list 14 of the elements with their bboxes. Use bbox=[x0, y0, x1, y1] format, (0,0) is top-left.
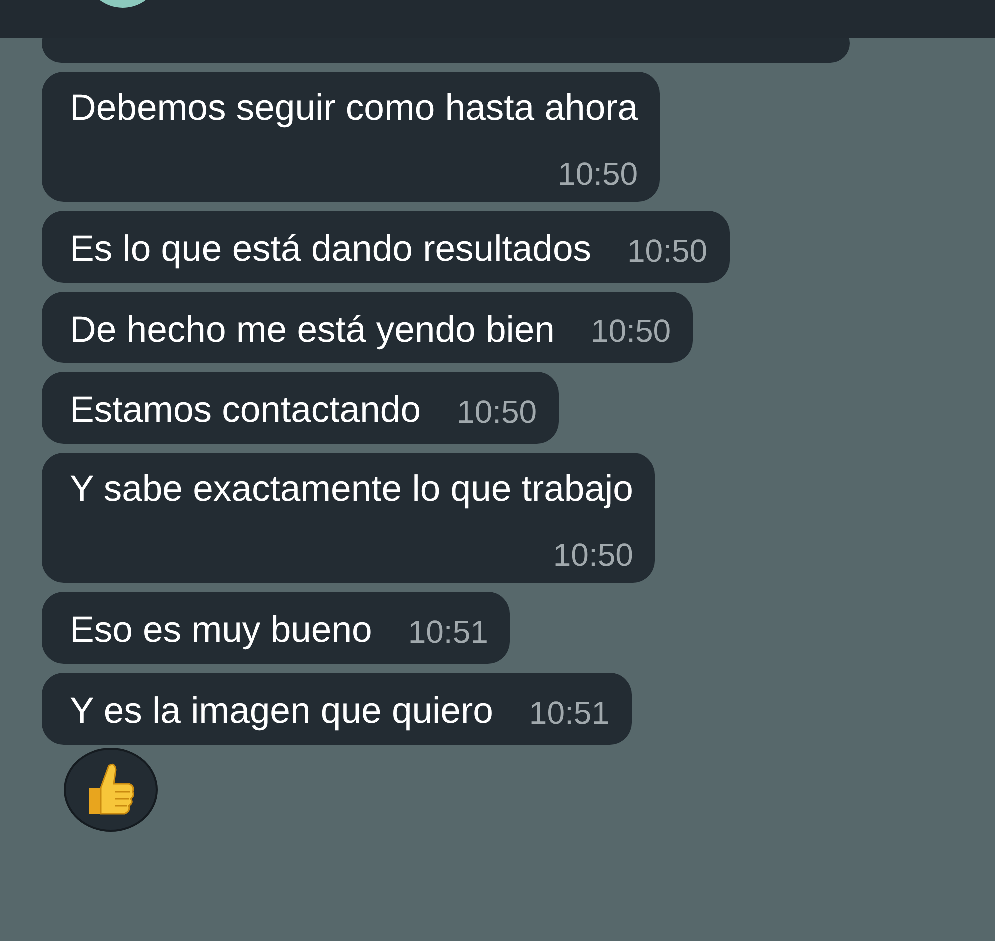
message-time: 10:50 bbox=[628, 234, 708, 267]
message-text: Estamos contactando bbox=[70, 388, 422, 432]
message-time: 10:51 bbox=[529, 696, 610, 729]
message-text: Debemos seguir como hasta ahora bbox=[70, 86, 638, 130]
message-text: Eso es muy bueno bbox=[70, 608, 372, 652]
message-text: Es lo que está dando resultados bbox=[70, 226, 592, 271]
message-text: Y sabe exactamente lo que trabajo bbox=[70, 467, 634, 511]
message-text: Y es la imagen que quiero bbox=[70, 688, 494, 733]
message-time: 10:50 bbox=[552, 538, 634, 571]
message-time: 10:50 bbox=[457, 396, 538, 428]
message-text: De hecho me está yendo bien bbox=[70, 308, 555, 352]
message-time: 10:51 bbox=[408, 616, 488, 648]
message-time: 10:50 bbox=[557, 158, 638, 190]
message-time: 10:50 bbox=[590, 315, 672, 348]
